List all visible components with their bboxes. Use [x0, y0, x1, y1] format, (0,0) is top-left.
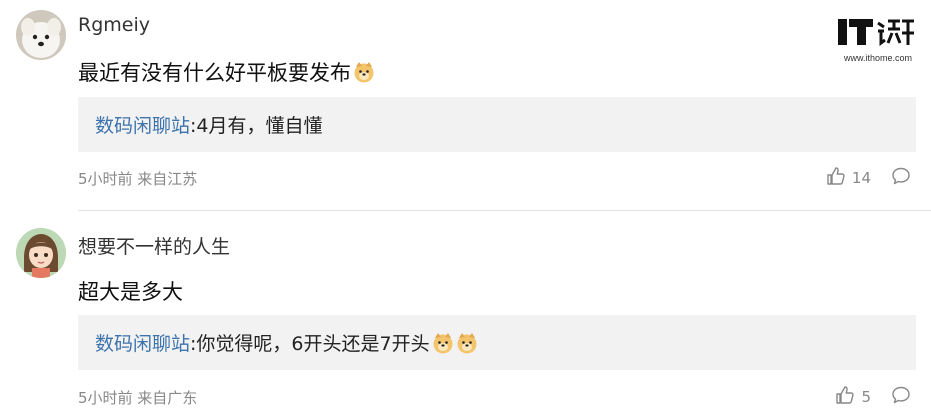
- avatar[interactable]: [16, 10, 66, 60]
- reply-bubble-icon[interactable]: [891, 385, 911, 409]
- doge-emoji-icon: [353, 61, 375, 83]
- logo-url: www.ithome.com: [843, 53, 913, 63]
- doge-emoji-icon: [456, 332, 478, 354]
- avatar[interactable]: [16, 228, 66, 278]
- like-button[interactable]: 14: [826, 166, 871, 190]
- comment-content: 最近有没有什么好平板要发布: [78, 57, 375, 87]
- comment-meta: 5小时前 来自江苏: [78, 170, 198, 188]
- anime-girl-avatar-image: [16, 228, 66, 278]
- reply-author-link[interactable]: 数码闲聊站: [95, 111, 190, 138]
- like-count: 14: [851, 169, 871, 187]
- comment-actions: 5: [835, 385, 911, 409]
- thumbs-up-icon: [835, 385, 855, 409]
- ithome-logo-mark: [838, 19, 914, 46]
- thumbs-up-icon: [826, 166, 846, 190]
- ithome-logo: www.ithome.com: [838, 15, 918, 65]
- comment-text: 超大是多大: [78, 280, 183, 304]
- like-button[interactable]: 5: [835, 385, 871, 409]
- reply-bubble-icon[interactable]: [891, 166, 911, 190]
- comment-meta: 5小时前 来自广东: [78, 389, 198, 407]
- like-count: 5: [861, 388, 871, 406]
- comment-content: 超大是多大: [78, 276, 183, 306]
- username[interactable]: Rgmeiy: [78, 14, 150, 36]
- comment-divider: [78, 210, 931, 211]
- doge-emoji-icon: [432, 332, 454, 354]
- comment-text: 最近有没有什么好平板要发布: [78, 61, 351, 85]
- dog-avatar-image: [16, 10, 66, 60]
- reply-text: :4月有，懂自懂: [190, 115, 323, 137]
- username[interactable]: 想要不一样的人生: [78, 232, 230, 259]
- reply-author-link[interactable]: 数码闲聊站: [95, 329, 190, 356]
- comment-actions: 14: [826, 166, 911, 190]
- reply-quote[interactable]: 数码闲聊站:你觉得呢，6开头还是7开头: [78, 315, 916, 370]
- reply-quote[interactable]: 数码闲聊站:4月有，懂自懂: [78, 97, 916, 152]
- reply-text: :你觉得呢，6开头还是7开头: [190, 333, 430, 355]
